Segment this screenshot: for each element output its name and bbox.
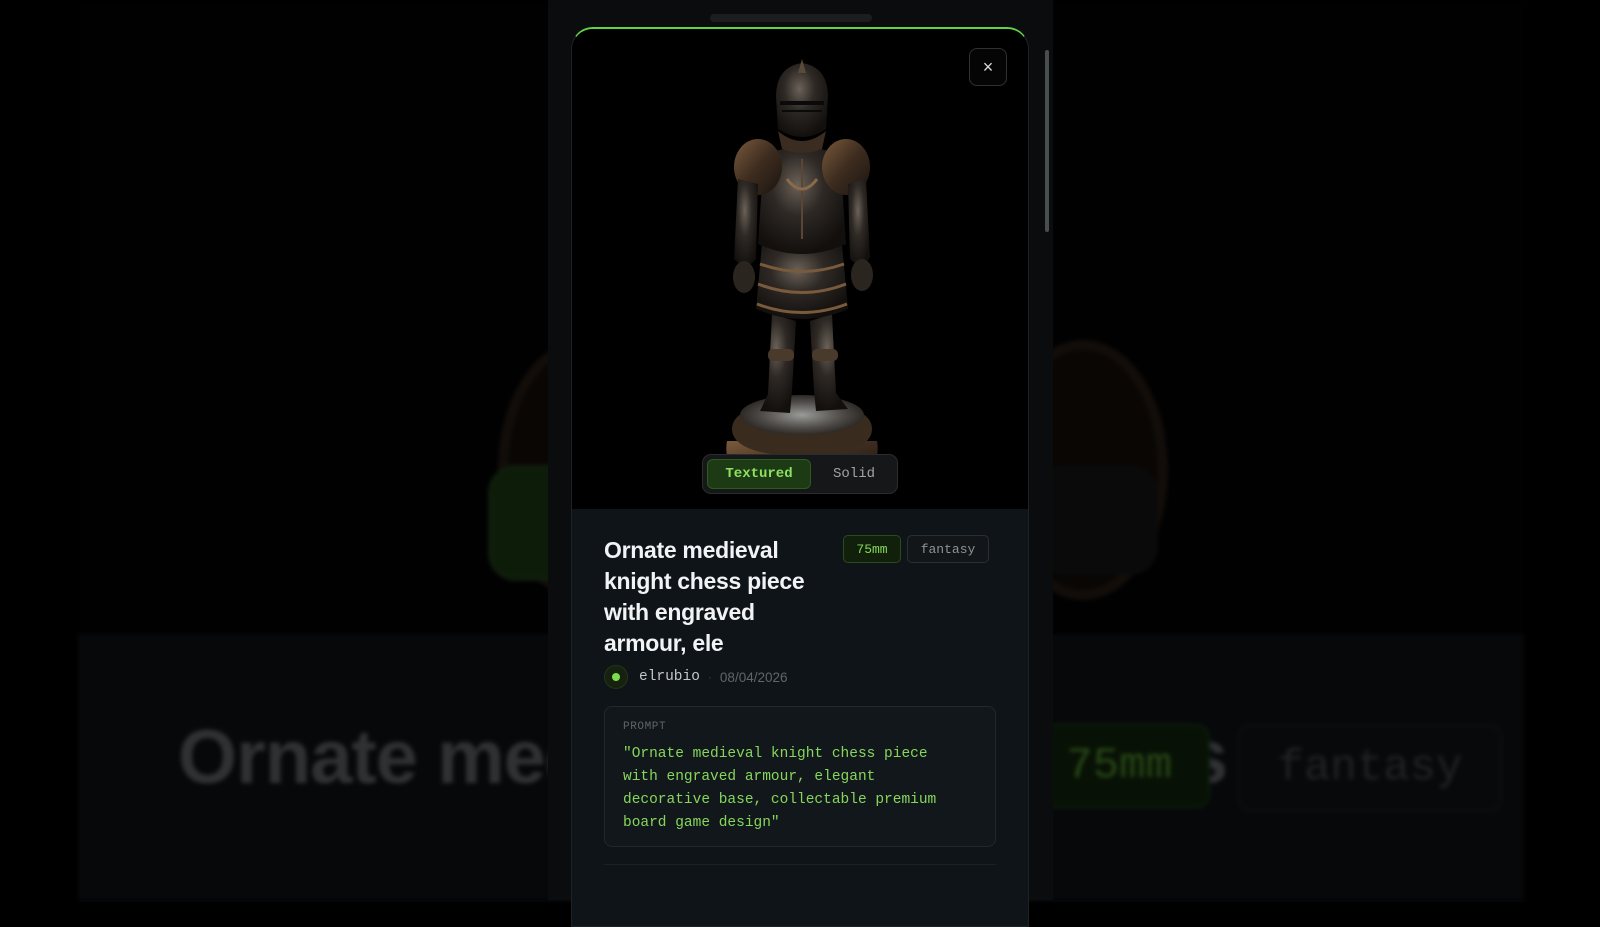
author-name[interactable]: elrubio — [639, 669, 700, 685]
model-info-panel: Ornate medieval knight chess piece with … — [572, 509, 1028, 926]
solid-mode-button[interactable]: Solid — [815, 459, 893, 489]
model-3d-viewer[interactable]: Textured Solid × — [572, 29, 1028, 509]
created-date: 08/04/2026 — [719, 669, 788, 685]
model-detail-modal: Textured Solid × Ornate medieval knight … — [571, 27, 1029, 927]
sheet-drag-handle[interactable] — [710, 14, 872, 22]
online-dot-icon — [612, 673, 620, 681]
size-tag: 75mm — [843, 535, 901, 563]
meta-separator: · — [707, 670, 712, 684]
author-row: elrubio · 08/04/2026 — [604, 664, 788, 690]
section-divider — [604, 864, 996, 865]
prompt-text: "Ornate medieval knight chess piece with… — [623, 746, 937, 831]
prompt-box: PROMPT "Ornate medieval knight chess pie… — [604, 706, 996, 847]
model-title: Ornate medieval knight chess piece with … — [604, 537, 805, 656]
prompt-label: PROMPT — [623, 721, 667, 733]
modal-scrollbar[interactable] — [1045, 50, 1049, 232]
textured-mode-button[interactable]: Textured — [707, 459, 811, 489]
genre-tag: fantasy — [907, 535, 989, 563]
close-icon: × — [982, 56, 994, 77]
view-mode-toggle: Textured Solid — [702, 454, 898, 494]
knight-figure[interactable] — [702, 59, 902, 489]
avatar[interactable] — [604, 665, 628, 689]
close-button[interactable]: × — [969, 48, 1007, 86]
